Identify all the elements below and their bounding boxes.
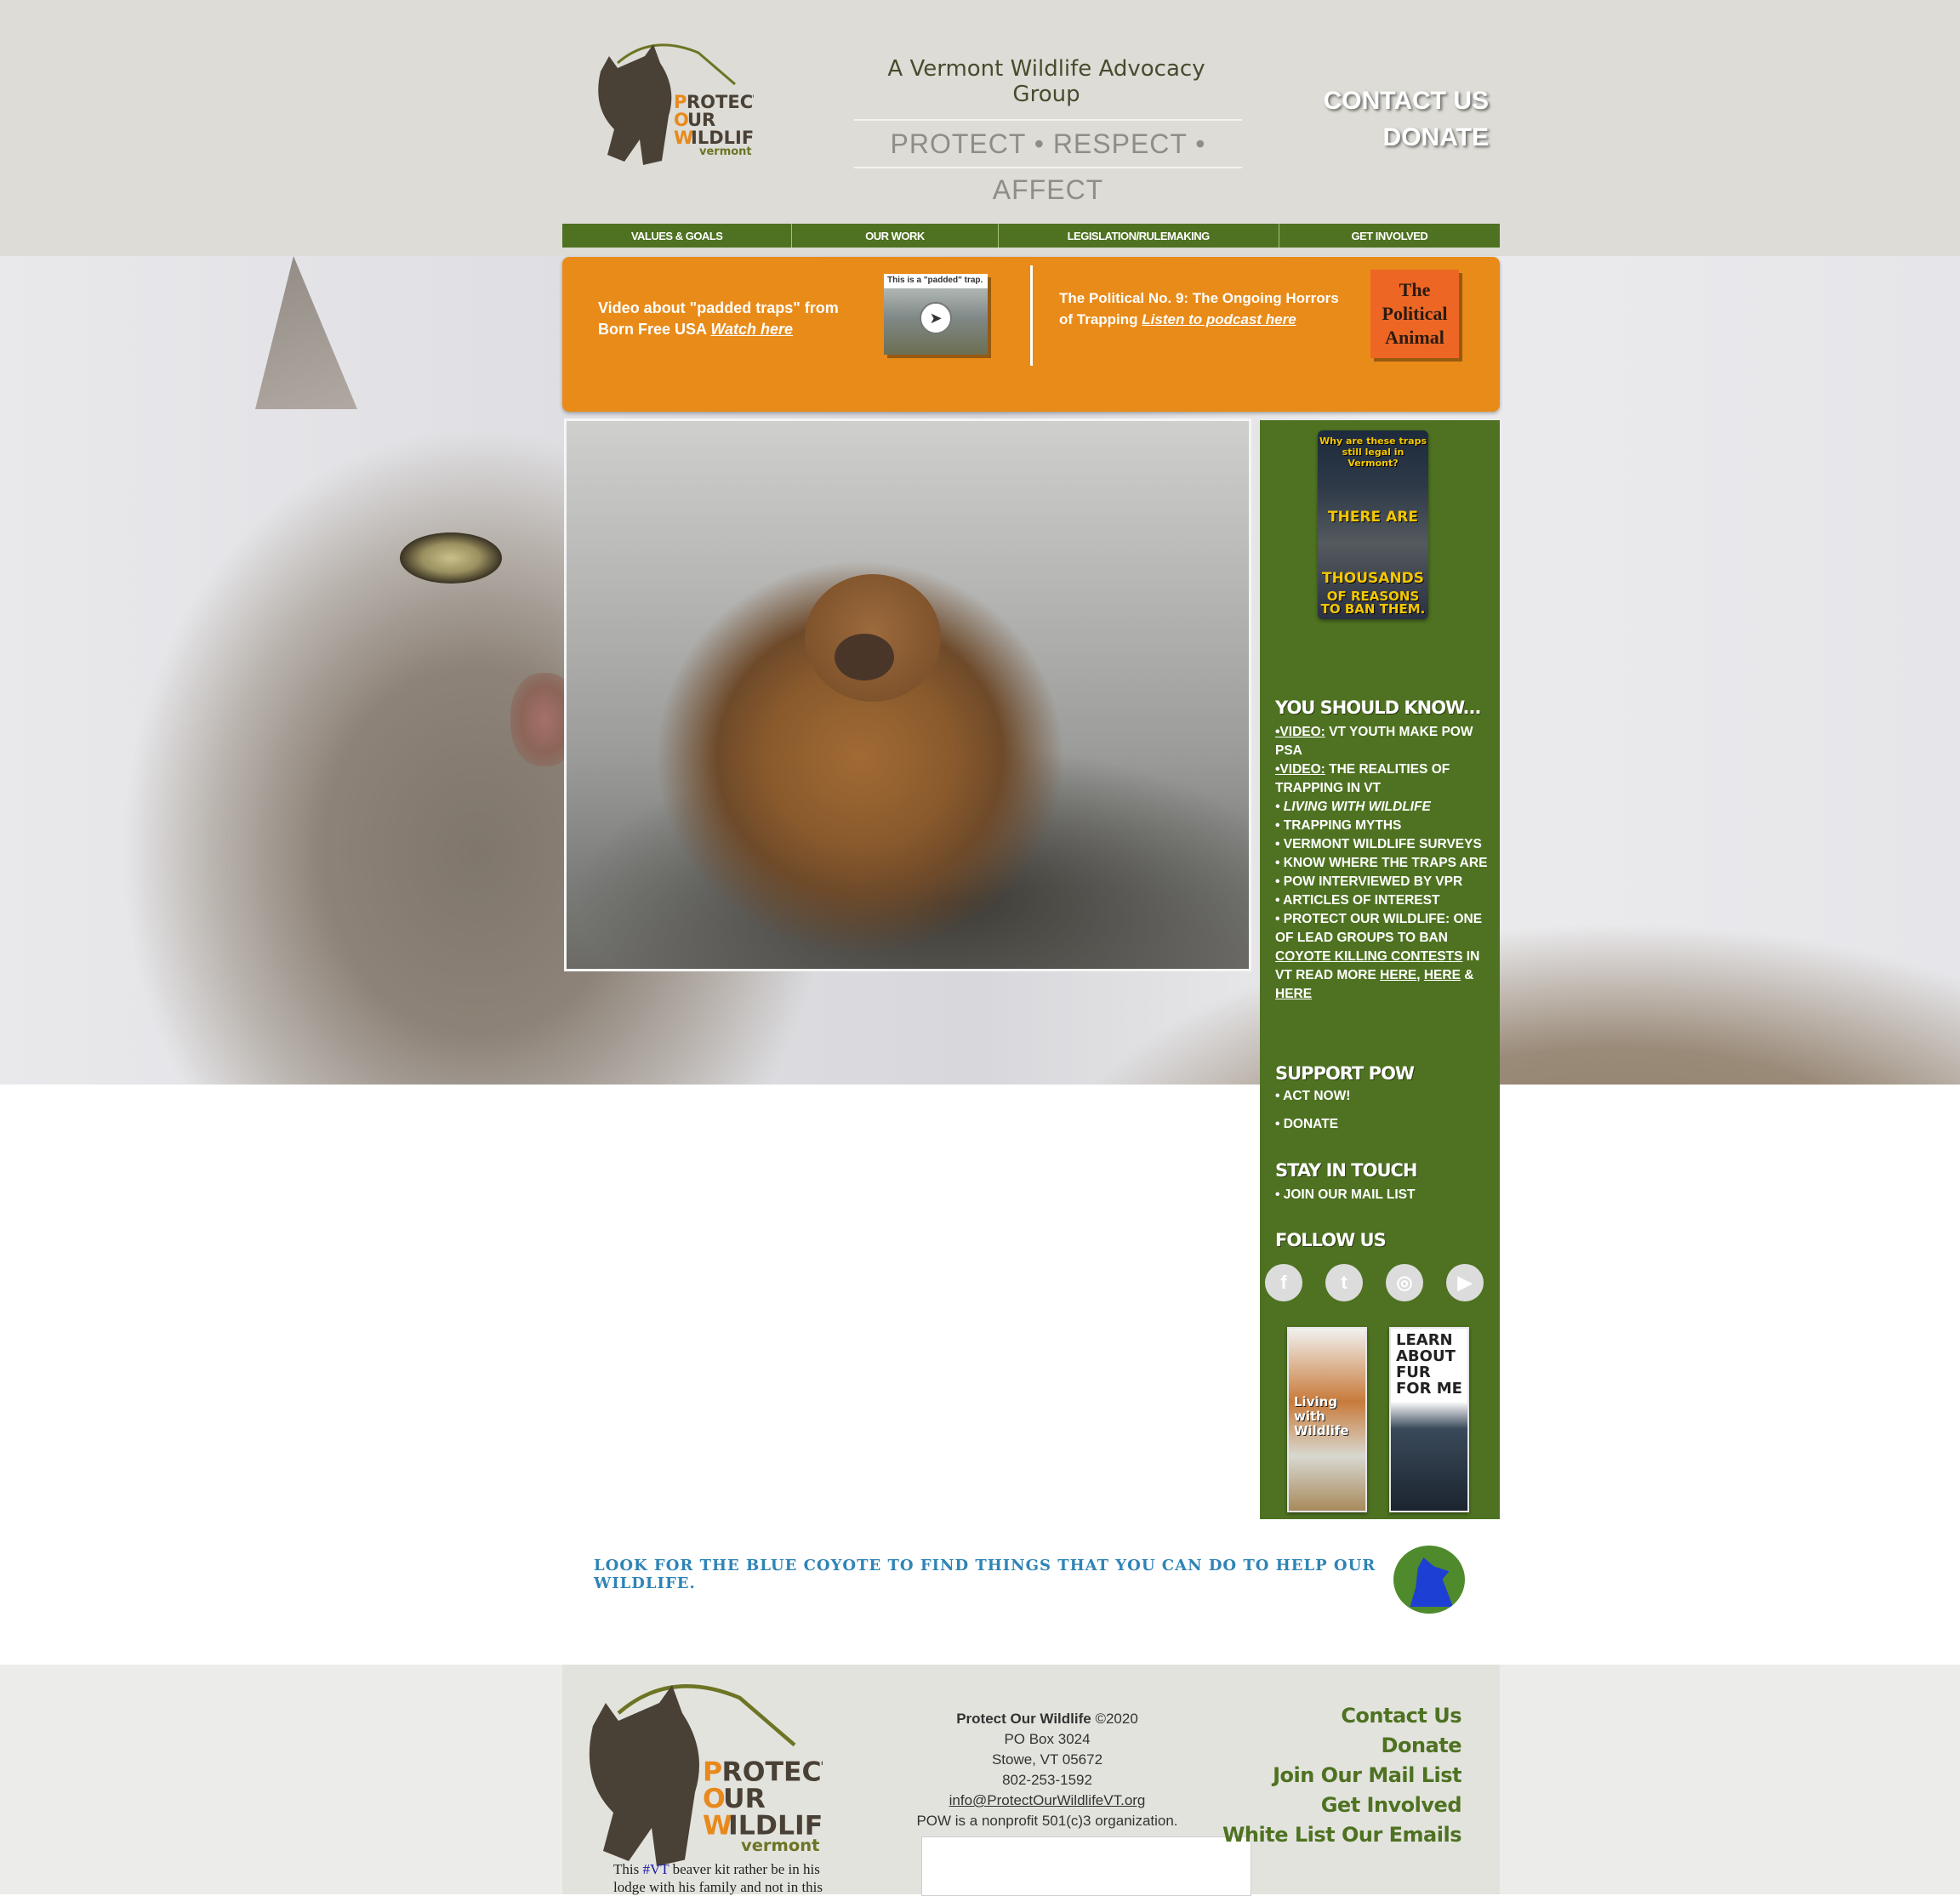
living-with-wildlife-booklet[interactable]: Living with Wildlife	[1287, 1327, 1367, 1512]
act-now-link[interactable]: • ACT NOW!	[1275, 1087, 1493, 1106]
footer: P ROTECT O UR W ILDLIFE vermont This #VT…	[0, 1665, 1960, 1896]
link-living-with-wildlife[interactable]: • LIVING WITH WILDLIFE	[1275, 798, 1493, 817]
coyote-contests-link[interactable]: COYOTE KILLING CONTESTS	[1275, 949, 1462, 964]
lynx-ear	[255, 256, 357, 409]
lead-group-text: • PROTECT OUR WILDLIFE: ONE OF LEAD GROU…	[1275, 912, 1483, 1001]
footer-org-name: Protect Our Wildlife	[956, 1711, 1091, 1727]
footer-whitelist-link[interactable]: White List Our Emails	[1222, 1823, 1462, 1847]
you-should-know-heading: YOU SHOULD KNOW...	[1275, 697, 1481, 718]
banner-divider	[1030, 265, 1033, 366]
poster-there-are: THERE ARE	[1328, 509, 1418, 526]
poster-question: Why are these traps still legal in Vermo…	[1319, 436, 1427, 469]
video-thumbnail[interactable]: This is a "padded" trap. ➤	[884, 274, 988, 355]
site-tagline: A Vermont Wildlife Advocacy Group	[887, 56, 1205, 107]
footer-donate-link[interactable]: Donate	[1382, 1734, 1462, 1757]
here-link-1[interactable]: HERE	[1380, 968, 1416, 982]
photo-caption-snippet: This #VT beaver kit rather be in his lod…	[613, 1860, 852, 1896]
video-thumbnail-caption: This is a "padded" trap.	[887, 276, 983, 285]
link-vt-youth-psa[interactable]: •VIDEO: VT YOUTH MAKE POW PSA	[1275, 723, 1493, 760]
link-know-where-traps[interactable]: • KNOW WHERE THE TRAPS ARE	[1275, 854, 1493, 873]
blue-coyote-message: Look for the blue coyote to find things …	[594, 1557, 1376, 1592]
nav-legislation[interactable]: LEGISLATION/RULEMAKING	[999, 224, 1279, 248]
lynx-eye	[400, 532, 502, 584]
footer-embed-box	[921, 1836, 1251, 1896]
sidebar-donate-link[interactable]: • DONATE	[1275, 1115, 1493, 1134]
booklet-fox-title: Living with Wildlife	[1294, 1394, 1349, 1438]
footer-logo-state: vermont	[741, 1836, 819, 1855]
podcast-promo-text: The Political No. 9: The Ongoing Horrors…	[1059, 288, 1348, 330]
instagram-icon[interactable]: ◎	[1386, 1264, 1423, 1301]
footer-phone: 802-253-1592	[1002, 1772, 1092, 1788]
video-promo-text: Video about "padded traps" from Born Fre…	[598, 298, 853, 340]
header-donate-link[interactable]: DONATE	[1383, 123, 1489, 152]
youtube-icon[interactable]: ▶	[1446, 1264, 1484, 1301]
poster-thousands: THOUSANDS	[1321, 570, 1425, 587]
sidebar: Why are these traps still legal in Vermo…	[1260, 420, 1500, 1519]
you-should-know-list: •VIDEO: VT YOUTH MAKE POW PSA •VIDEO: TH…	[1275, 723, 1493, 1004]
nav-our-work[interactable]: OUR WORK	[792, 224, 999, 248]
footer-email-link[interactable]: info@ProtectOurWildlifeVT.org	[911, 1791, 1183, 1811]
video-prefix: •VIDEO:	[1275, 725, 1325, 739]
footer-city: Stowe, VT 05672	[991, 1751, 1103, 1768]
link-pow-vpr[interactable]: • POW INTERVIEWED BY VPR	[1275, 873, 1493, 891]
here-link-3[interactable]: HERE	[1275, 987, 1312, 1001]
learn-about-fur-booklet[interactable]: LEARN ABOUT FUR FOR ME	[1389, 1327, 1469, 1512]
caption-hashtag-link[interactable]: #VT	[642, 1861, 669, 1877]
howling-coyote-icon	[1410, 1557, 1453, 1607]
footer-inner: P ROTECT O UR W ILDLIFE vermont This #VT…	[562, 1665, 1500, 1896]
pow-logo[interactable]: P ROTECT O UR W ILDLIFE vermont	[584, 37, 754, 174]
beaver-snout	[835, 634, 894, 680]
join-mail-list-link[interactable]: • JOIN OUR MAIL LIST	[1275, 1186, 1493, 1204]
link-trapping-myths[interactable]: • TRAPPING MYTHS	[1275, 817, 1493, 835]
booklet-fur-title: LEARN ABOUT FUR FOR ME	[1396, 1331, 1462, 1398]
stay-in-touch-heading: STAY IN TOUCH	[1275, 1160, 1417, 1181]
video-watch-link[interactable]: Watch here	[710, 321, 793, 338]
nav-get-involved[interactable]: GET INVOLVED	[1279, 224, 1500, 248]
footer-contact-link[interactable]: Contact Us	[1341, 1704, 1461, 1728]
podcast-thumbnail[interactable]: The Political Animal	[1370, 270, 1459, 358]
beaver-photo	[564, 418, 1251, 971]
follow-us-heading: FOLLOW US	[1275, 1230, 1387, 1250]
footer-org-line: Protect Our Wildlife ©2020	[911, 1709, 1183, 1729]
footer-copyright: ©2020	[1091, 1711, 1138, 1727]
ampersand: &	[1464, 968, 1474, 982]
facebook-icon[interactable]: f	[1265, 1264, 1302, 1301]
video-prefix: •VIDEO:	[1275, 762, 1325, 777]
footer-nonprofit: POW is a nonprofit 501(c)3 organization.	[916, 1813, 1178, 1829]
podcast-listen-link[interactable]: Listen to podcast here	[1142, 311, 1296, 327]
footer-join-mail-list-link[interactable]: Join Our Mail List	[1273, 1763, 1461, 1787]
footer-contact-info: Protect Our Wildlife ©2020 PO Box 3024 S…	[911, 1709, 1183, 1831]
caption-text-start: This	[613, 1861, 643, 1877]
footer-pow-logo[interactable]: P ROTECT O UR W ILDLIFE vermont	[567, 1675, 823, 1879]
logo-state: vermont	[699, 145, 752, 158]
here-link-2[interactable]: HERE	[1424, 968, 1461, 982]
main-nav: VALUES & GOALS OUR WORK LEGISLATION/RULE…	[562, 224, 1500, 248]
header-contact-link[interactable]: CONTACT US	[1324, 87, 1489, 116]
trap-ban-poster[interactable]: Why are these traps still legal in Vermo…	[1318, 430, 1428, 619]
feature-banner: Video about "padded traps" from Born Fre…	[562, 257, 1500, 412]
poster-reasons: OF REASONS TO BAN THEM.	[1320, 589, 1426, 617]
footer-get-involved-link[interactable]: Get Involved	[1321, 1793, 1462, 1817]
link-wildlife-surveys[interactable]: • VERMONT WILDLIFE SURVEYS	[1275, 835, 1493, 854]
twitter-icon[interactable]: t	[1325, 1264, 1363, 1301]
link-realities-of-trapping[interactable]: •VIDEO: THE REALITIES OF TRAPPING IN VT	[1275, 760, 1493, 798]
stay-in-touch-list: • JOIN OUR MAIL LIST	[1275, 1186, 1493, 1204]
link-text: • LIVING WITH WILDLIFE	[1275, 800, 1431, 814]
blue-coyote-icon	[1393, 1546, 1465, 1614]
site-motto: PROTECT • RESPECT • AFFECT	[854, 119, 1242, 205]
footer-po-box: PO Box 3024	[1004, 1731, 1091, 1747]
nav-values-goals[interactable]: VALUES & GOALS	[562, 224, 793, 248]
lead-group-label: • PROTECT OUR WILDLIFE: ONE OF LEAD GROU…	[1275, 912, 1483, 945]
link-articles[interactable]: • ARTICLES OF INTEREST	[1275, 891, 1493, 910]
support-heading: SUPPORT POW	[1275, 1063, 1415, 1084]
play-icon[interactable]: ➤	[920, 302, 952, 334]
support-list: • ACT NOW! • DONATE	[1275, 1087, 1493, 1134]
